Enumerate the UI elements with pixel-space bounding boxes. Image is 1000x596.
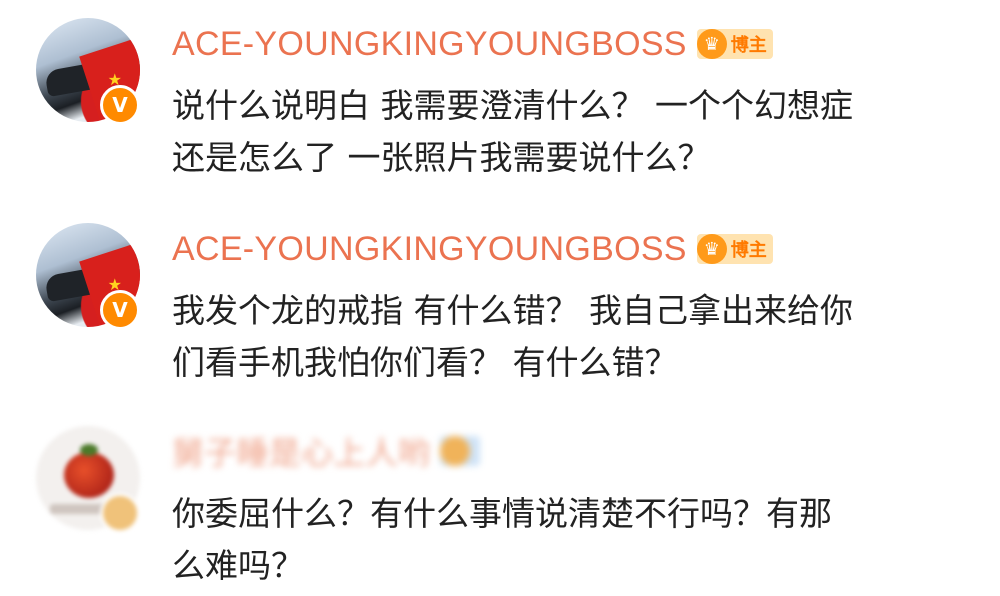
verified-v-icon: V bbox=[100, 290, 140, 330]
comment-text: 我发个龙的戒指 有什么错？ 我自己拿出来给你 们看手机我怕你们看？ 有什么错？ bbox=[172, 291, 853, 382]
verified-badge-blurred bbox=[100, 493, 140, 533]
user-badge-blurred bbox=[440, 436, 481, 466]
badge-label: 博主 bbox=[730, 35, 767, 56]
badge-label: 博主 bbox=[730, 240, 767, 261]
username[interactable]: ACE-YOUNGKINGYOUNGBOSS bbox=[172, 25, 687, 64]
crown-icon bbox=[440, 436, 471, 466]
blogger-badge: ♛ 博主 bbox=[696, 234, 773, 264]
crown-icon: ♛ bbox=[696, 234, 727, 264]
username[interactable]: 舅子睡是心上人哟 bbox=[172, 428, 430, 474]
verified-v-icon: V bbox=[100, 85, 140, 125]
username[interactable]: ACE-YOUNGKINGYOUNGBOSS bbox=[172, 230, 687, 269]
comment-text: 你委屈什么？有什么事情说清楚不行吗？有那 么难吗？ bbox=[172, 494, 832, 585]
crown-icon: ♛ bbox=[696, 29, 727, 59]
comment-text: 说什么说明白 我需要澄清什么？ 一个个幻想症 还是怎么了 一张照片我需要说什么？ bbox=[172, 86, 853, 177]
blogger-badge: ♛ 博主 bbox=[696, 29, 773, 59]
